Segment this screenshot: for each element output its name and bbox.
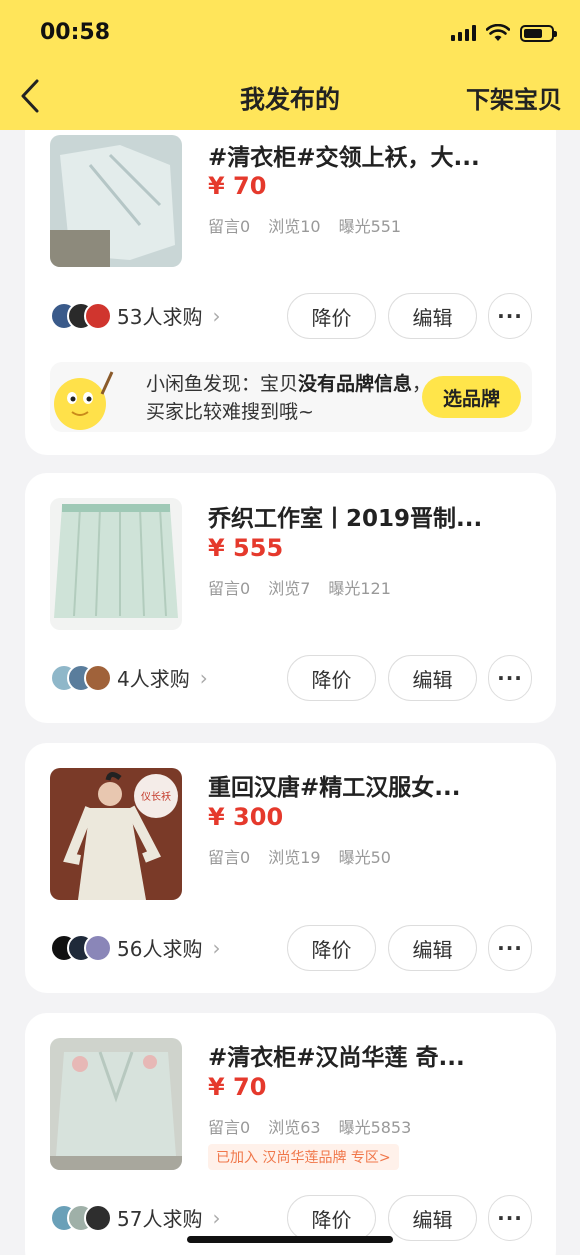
buyer-count-link[interactable]: 57人求购 ›	[50, 1203, 220, 1232]
svg-text:仪长袄: 仪长袄	[141, 790, 171, 803]
fish-mascot-icon	[54, 371, 114, 430]
listing-title: 乔织工作室丨2019晋制...	[208, 506, 483, 532]
chevron-right-icon: ›	[212, 935, 221, 960]
chevron-right-icon: ›	[212, 303, 221, 328]
comment-count: 留言0	[208, 848, 251, 867]
edit-button[interactable]: 编辑	[388, 655, 477, 701]
view-count: 浏览63	[268, 1118, 321, 1137]
price-cut-button[interactable]: 降价	[287, 925, 376, 971]
more-button[interactable]: ···	[488, 293, 532, 339]
view-count: 浏览19	[268, 848, 321, 867]
more-button[interactable]: ···	[488, 655, 532, 701]
chevron-right-icon: ›	[199, 665, 208, 690]
buyer-count: 4人求购	[117, 667, 190, 691]
buyer-count: 56人求购	[117, 937, 203, 961]
listing-stats: 留言0 浏览63 曝光5853	[208, 1114, 411, 1138]
home-indicator[interactable]	[187, 1236, 393, 1243]
comment-count: 留言0	[208, 1118, 251, 1137]
buyer-avatars	[50, 1203, 112, 1232]
exposure-count: 曝光50	[338, 848, 391, 867]
listing-price: ¥ 70	[208, 1073, 267, 1101]
exposure-count: 曝光121	[328, 579, 391, 598]
status-icons	[451, 24, 557, 42]
listing-card[interactable]: #清衣柜#汉尚华莲 奇... ¥ 70 留言0 浏览63 曝光5853 已加入 …	[25, 1013, 556, 1255]
signal-icon	[451, 25, 476, 41]
wifi-icon	[486, 24, 510, 41]
comment-count: 留言0	[208, 217, 251, 236]
view-count: 浏览7	[268, 579, 311, 598]
chevron-right-icon: ›	[212, 1205, 221, 1230]
top-bar: 00:58 我发布的 下架宝贝	[0, 0, 580, 130]
avatar	[84, 1203, 112, 1232]
brand-zone-tag[interactable]: 已加入 汉尚华莲品牌 专区>	[208, 1144, 399, 1170]
buyer-count-link[interactable]: 4人求购 ›	[50, 663, 208, 692]
buyer-count-link[interactable]: 56人求购 ›	[50, 933, 220, 962]
product-image[interactable]	[50, 135, 182, 267]
listing-card[interactable]: #清衣柜#交领上袄，大... ¥ 70 留言0 浏览10 曝光551 53人求购…	[25, 110, 556, 455]
buyer-count: 53人求购	[117, 305, 203, 329]
comment-count: 留言0	[208, 579, 251, 598]
listing-card[interactable]: 乔织工作室丨2019晋制... ¥ 555 留言0 浏览7 曝光121 4人求购…	[25, 473, 556, 723]
edit-button[interactable]: 编辑	[388, 293, 477, 339]
product-image[interactable]	[50, 1038, 182, 1170]
brand-tip-text: 小闲鱼发现：宝贝没有品牌信息，买家比较难搜到哦~	[146, 373, 432, 423]
more-button[interactable]: ···	[488, 925, 532, 971]
product-image[interactable]: 仪长袄	[50, 768, 182, 900]
listing-stats: 留言0 浏览19 曝光50	[208, 844, 391, 868]
more-button[interactable]: ···	[488, 1195, 532, 1241]
buyer-avatars	[50, 301, 112, 330]
listing-stats: 留言0 浏览10 曝光551	[208, 213, 401, 237]
avatar	[84, 933, 112, 962]
listing-title: 重回汉唐#精工汉服女...	[208, 775, 461, 801]
buyer-count-link[interactable]: 53人求购 ›	[50, 301, 220, 330]
buyer-avatars	[50, 663, 112, 692]
price-cut-button[interactable]: 降价	[287, 655, 376, 701]
view-count: 浏览10	[268, 217, 321, 236]
exposure-count: 曝光551	[338, 217, 402, 236]
choose-brand-button[interactable]: 选品牌	[422, 376, 521, 418]
edit-button[interactable]: 编辑	[388, 925, 477, 971]
product-image[interactable]	[50, 498, 182, 630]
exposure-count: 曝光5853	[338, 1118, 412, 1137]
avatar	[84, 663, 112, 692]
brand-tip-banner: 小闲鱼发现：宝贝没有品牌信息，买家比较难搜到哦~ 选品牌	[50, 362, 532, 432]
listing-title: #清衣柜#汉尚华莲 奇...	[208, 1045, 465, 1071]
listing-price: ¥ 555	[208, 534, 284, 562]
chevron-left-icon[interactable]	[18, 78, 44, 114]
avatar	[84, 301, 112, 330]
listing-title: #清衣柜#交领上袄，大...	[208, 145, 480, 171]
battery-icon	[520, 24, 557, 42]
buyer-count: 57人求购	[117, 1207, 203, 1231]
edit-button[interactable]: 编辑	[388, 1195, 477, 1241]
delist-button[interactable]: 下架宝贝	[466, 80, 562, 115]
price-cut-button[interactable]: 降价	[287, 293, 376, 339]
listing-price: ¥ 70	[208, 172, 267, 200]
listing-price: ¥ 300	[208, 803, 284, 831]
price-cut-button[interactable]: 降价	[287, 1195, 376, 1241]
buyer-avatars	[50, 933, 112, 962]
status-time: 00:58	[40, 20, 111, 45]
listing-stats: 留言0 浏览7 曝光121	[208, 575, 391, 599]
listing-card[interactable]: 仪长袄 重回汉唐#精工汉服女... ¥ 300 留言0 浏览19 曝光50 56…	[25, 743, 556, 993]
